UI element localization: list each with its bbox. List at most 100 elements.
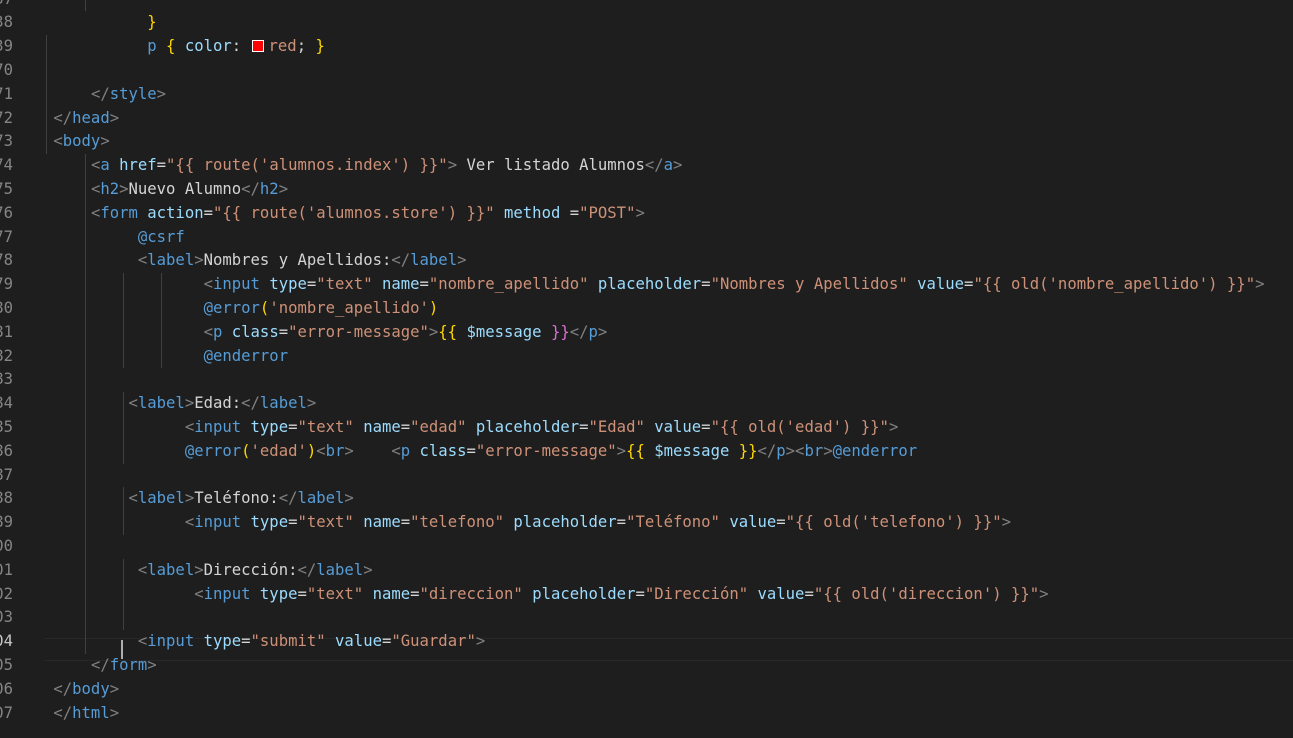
code-token: = <box>579 418 589 436</box>
code-token: label <box>316 560 364 579</box>
code-line[interactable]: } <box>0 11 1293 35</box>
code-line[interactable]: < input type = "text" name = "telefono" place… <box>0 511 1293 535</box>
code-line[interactable]: @error('nombre_apellido') <box>0 297 1293 321</box>
code-token: : <box>231 37 251 56</box>
code-line[interactable]: < label > Teléfono: </label > <box>0 487 1293 511</box>
code-line[interactable] <box>0 59 1293 83</box>
code-line[interactable]: < form action = "{{ route('alumnos.store') … <box>0 202 1293 226</box>
code-token: < <box>90 203 101 222</box>
code-token: input <box>194 418 242 436</box>
code-token: h2 <box>100 180 120 198</box>
code-token: < <box>137 632 148 651</box>
code-token: </ <box>297 560 317 579</box>
code-token: = <box>804 584 814 603</box>
code-line[interactable]: < body > <box>0 130 1293 154</box>
code-token: "submit" <box>250 632 326 651</box>
code-token: < <box>90 156 101 175</box>
color-swatch-icon[interactable] <box>251 40 264 53</box>
code-line[interactable]: </body > <box>0 678 1293 702</box>
code-token: "text" <box>306 584 364 603</box>
code-token: "direccion" <box>419 584 523 603</box>
code-line[interactable]: < h2 > Nuevo Alumno </h2 > <box>0 178 1293 202</box>
code-token: > <box>194 560 204 579</box>
code-token: br <box>804 441 824 460</box>
code-token: < <box>53 132 63 151</box>
code-token: placeholder <box>513 513 617 532</box>
code-token: placeholder <box>532 584 636 603</box>
code-token: = <box>616 513 627 532</box>
code-line[interactable]: < input type = "text" name = "direccion" plac… <box>0 583 1293 607</box>
code-line[interactable]: @error('edad') < br > < p class = "error-messa… <box>0 440 1293 464</box>
code-token: < <box>184 418 195 436</box>
code-line[interactable]: </form > <box>0 654 1293 678</box>
code-line[interactable] <box>0 535 1293 559</box>
code-token: placeholder <box>475 418 580 436</box>
code-token: > <box>278 180 289 198</box>
code-line[interactable]: @csrf <box>0 226 1293 250</box>
code-line[interactable] <box>0 0 1293 11</box>
code-editor[interactable]: 3738397071727374757677787980818283848586… <box>0 0 1293 738</box>
code-line[interactable]: < input type = "text" name = "edad" placehold… <box>0 416 1293 440</box>
code-line[interactable]: < label > Nombres y Apellidos: </label > <box>0 249 1293 273</box>
code-line[interactable]: @enderror <box>0 345 1293 369</box>
code-line[interactable]: </head > <box>0 107 1293 131</box>
code-line[interactable]: < input type = "submit" value = "Guardar" > <box>0 630 1293 654</box>
code-line[interactable]: </html > <box>0 702 1293 726</box>
code-token: 'edad' <box>250 441 307 460</box>
code-token: > <box>344 441 354 460</box>
code-token: body <box>72 679 110 698</box>
code-line[interactable]: < label > Edad: </label > <box>0 392 1293 416</box>
code-token: </ <box>53 703 73 722</box>
code-token: placeholder <box>597 275 702 294</box>
code-token: href <box>119 156 157 175</box>
code-token: = <box>964 275 974 294</box>
code-token: label <box>147 560 195 579</box>
code-token: }} <box>738 441 758 460</box>
code-line[interactable]: < input type = "text" name = "nombre_apellido… <box>0 273 1293 297</box>
code-line[interactable]: < label > Dirección: </label > <box>0 559 1293 583</box>
code-token: </ <box>391 251 411 270</box>
code-token: "nombre_apellido" <box>428 275 589 294</box>
code-token: = <box>400 513 411 532</box>
code-token: label <box>259 394 307 413</box>
code-token: form <box>109 656 148 674</box>
code-token: "{{ old('telefono') }}" <box>785 513 1002 532</box>
code-token: type <box>203 632 242 651</box>
code-token: p <box>776 441 786 460</box>
code-token: < <box>128 394 138 413</box>
code-token: name <box>381 275 420 294</box>
code-token: "Guardar" <box>391 632 476 651</box>
code-line[interactable]: </style > <box>0 83 1293 107</box>
code-token: = <box>701 275 711 294</box>
code-line[interactable]: p { color: red; } <box>0 35 1293 59</box>
code-token: ( <box>259 299 270 317</box>
code-token: = <box>776 513 786 532</box>
code-line[interactable]: < p class = "error-message" >{{ $message }} <… <box>0 321 1293 345</box>
code-token: head <box>72 108 110 127</box>
code-token: $message <box>654 441 730 460</box>
code-line[interactable]: < a href = "{{ route('alumnos.index') }}" > … <box>0 154 1293 178</box>
code-line[interactable] <box>0 368 1293 392</box>
code-area[interactable]: } p { color: red; } </style > </head > < body > <… <box>0 0 1293 738</box>
code-line[interactable] <box>0 464 1293 488</box>
code-token: red <box>268 37 297 56</box>
code-token: input <box>194 513 242 532</box>
code-line[interactable] <box>0 606 1293 630</box>
code-token: { <box>166 37 176 56</box>
code-token: p <box>147 37 157 56</box>
code-token: label <box>147 251 195 270</box>
code-token: = <box>466 441 476 460</box>
code-token: > <box>363 560 373 579</box>
code-token: < <box>391 441 401 460</box>
